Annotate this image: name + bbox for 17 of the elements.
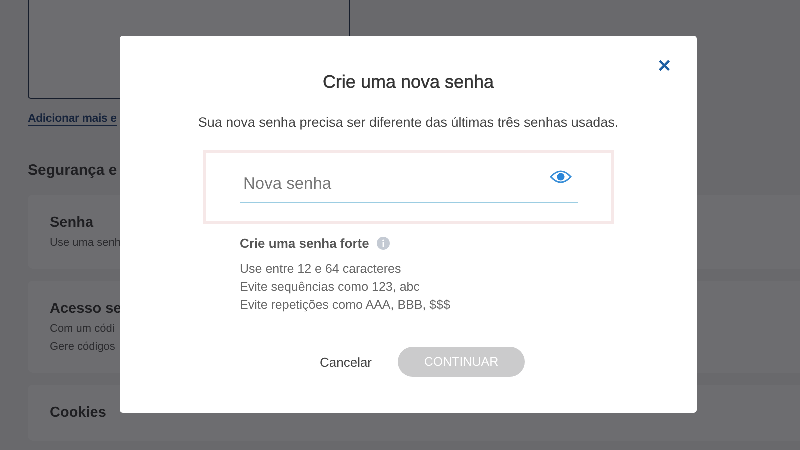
add-more-link[interactable]: Adicionar mais e xyxy=(28,113,117,126)
cancel-button[interactable]: Cancelar xyxy=(318,350,374,374)
dialog-subtitle: Sua nova senha precisa ser diferente das últimas três senhas usadas. xyxy=(198,115,619,130)
hint-title: Crie uma senha forte xyxy=(240,236,370,251)
card-title: Cookies xyxy=(50,405,106,421)
dialog-title: Crie uma nova senha xyxy=(322,72,494,93)
card-description: Use uma senh xyxy=(50,237,121,249)
eye-icon[interactable] xyxy=(550,170,572,184)
card-title: Senha xyxy=(50,215,94,231)
password-field[interactable]: Nova senha xyxy=(240,175,550,194)
close-button[interactable]: × xyxy=(656,54,673,78)
section-title: Segurança e xyxy=(28,162,118,179)
card-description: Com um códi xyxy=(50,323,115,335)
password-rule: Evite sequências como 123, abc xyxy=(240,279,421,295)
password-rule: Use entre 12 e 64 caracteres xyxy=(240,261,402,277)
card-description: Gere códigos xyxy=(50,341,116,353)
password-rule: Evite repetições como AAA, BBB, $$$ xyxy=(240,297,452,313)
